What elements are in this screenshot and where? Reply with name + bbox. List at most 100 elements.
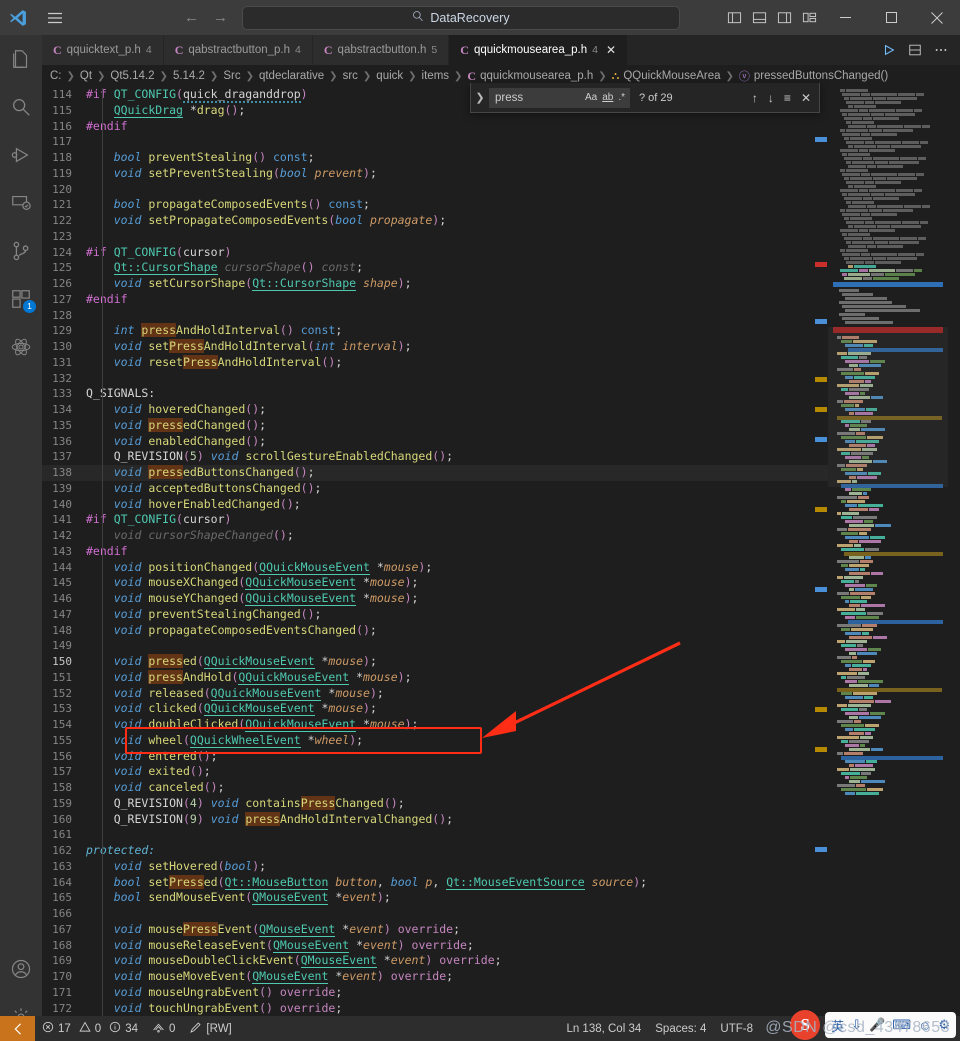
line-content[interactable]: void mouseMoveEvent(QMouseEvent *event) …	[86, 969, 828, 985]
code-line[interactable]: 165 bool sendMouseEvent(QMouseEvent *eve…	[42, 890, 828, 906]
line-content[interactable]	[86, 827, 828, 843]
line-content[interactable]: void cursorShapeChanged();	[86, 528, 828, 544]
line-content[interactable]: void clicked(QQuickMouseEvent *mouse);	[86, 701, 828, 717]
code-line[interactable]: 163 void setHovered(bool);	[42, 859, 828, 875]
code-line[interactable]: 124 #if QT_CONFIG(cursor)	[42, 245, 828, 261]
line-content[interactable]: Q_REVISION(5) void scrollGestureEnabledC…	[86, 449, 828, 465]
breadcrumb-class[interactable]: ⛬ QQuickMouseArea	[612, 70, 721, 83]
code-line[interactable]: 144 void positionChanged(QQuickMouseEven…	[42, 559, 828, 576]
line-content[interactable]: void entered();	[86, 749, 828, 765]
code-line[interactable]: 139 void acceptedButtonsChanged();	[42, 481, 828, 497]
sidebar-item-source-control[interactable]	[0, 227, 42, 275]
code-line[interactable]: 138 void pressedButtonsChanged();	[42, 465, 828, 481]
line-content[interactable]: void doubleClicked(QQuickMouseEvent *mou…	[86, 717, 828, 733]
problems-indicator[interactable]: 17 0 34	[35, 1016, 145, 1041]
line-content[interactable]: void setPressAndHoldInterval(int interva…	[86, 339, 828, 355]
code-line[interactable]: 146 void mouseYChanged(QQuickMouseEvent …	[42, 591, 828, 607]
code-lines-container[interactable]: 114 #if QT_CONFIG(quick_draganddrop) 115 Q…	[42, 87, 828, 1016]
line-content[interactable]: void hoverEnabledChanged();	[86, 497, 828, 513]
line-content[interactable]	[86, 371, 828, 387]
code-line[interactable]: 141 #if QT_CONFIG(cursor)	[42, 512, 828, 528]
code-line[interactable]: 162 protected:	[42, 843, 828, 859]
line-content[interactable]: void mousePressEvent(QMouseEvent *event)…	[86, 921, 828, 938]
code-line[interactable]: 151 void pressAndHold(QQuickMouseEvent *…	[42, 669, 828, 686]
window-close-button[interactable]	[914, 0, 960, 35]
line-content[interactable]: void propagateComposedEventsChanged();	[86, 623, 828, 639]
indentation-setting[interactable]: Spaces: 4	[648, 1016, 713, 1041]
line-content[interactable]: void hoveredChanged();	[86, 402, 828, 418]
code-line[interactable]: 172 void touchUngrabEvent() override;	[42, 1001, 828, 1017]
code-line[interactable]: 118 bool preventStealing() const;	[42, 150, 828, 166]
toggle-secondary-sidebar-icon[interactable]	[772, 0, 797, 35]
line-content[interactable]: void pressAndHold(QQuickMouseEvent *mous…	[86, 669, 828, 686]
find-input[interactable]: press Aa ab .*	[489, 87, 630, 108]
find-widget[interactable]: ❯ press Aa ab .* ? of 29 ↑ ↓ ≡ ✕	[470, 83, 820, 113]
line-content[interactable]: void acceptedButtonsChanged();	[86, 481, 828, 497]
toggle-panel-icon[interactable]	[747, 0, 772, 35]
editor-tab[interactable]: C qabstractbutton_p.h 4	[163, 35, 313, 65]
line-content[interactable]: void preventStealingChanged();	[86, 607, 828, 623]
code-line[interactable]: 122 void setPropagateComposedEvents(bool…	[42, 213, 828, 229]
nav-back-button[interactable]: ←	[184, 9, 199, 26]
code-line[interactable]: 166	[42, 906, 828, 922]
breadcrumb-file[interactable]: C qquickmousearea_p.h	[467, 69, 593, 84]
line-content[interactable]: #endif	[86, 292, 828, 308]
breadcrumb-item[interactable]: items	[422, 70, 449, 82]
code-line[interactable]: 155 void wheel(QQuickWheelEvent *wheel);	[42, 732, 828, 749]
breadcrumb-item[interactable]: Qt5.14.2	[110, 70, 154, 82]
line-content[interactable]	[86, 229, 828, 245]
line-content[interactable]: void setPropagateComposedEvents(bool pro…	[86, 213, 828, 229]
code-line[interactable]: 160 Q_REVISION(9) void pressAndHoldInter…	[42, 811, 828, 828]
sidebar-item-search[interactable]	[0, 83, 42, 131]
code-line[interactable]: 147 void preventStealingChanged();	[42, 607, 828, 623]
sidebar-item-testing[interactable]	[0, 323, 42, 371]
line-content[interactable]: void resetPressAndHoldInterval();	[86, 354, 828, 371]
line-content[interactable]: void mouseReleaseEvent(QMouseEvent *even…	[86, 937, 828, 954]
code-line[interactable]: 168 void mouseReleaseEvent(QMouseEvent *…	[42, 937, 828, 954]
nav-forward-button[interactable]: →	[213, 9, 228, 26]
code-line[interactable]: 142 void cursorShapeChanged();	[42, 528, 828, 544]
code-line[interactable]: 125 Qt::CursorShape cursorShape() const;	[42, 260, 828, 276]
editor-tab[interactable]: C qquicktext_p.h 4	[42, 35, 164, 65]
code-line[interactable]: 164 bool setPressed(Qt::MouseButton butt…	[42, 874, 828, 891]
find-next-icon[interactable]: ↓	[768, 91, 774, 105]
find-previous-icon[interactable]: ↑	[752, 91, 758, 105]
split-editor-icon[interactable]	[904, 37, 926, 63]
code-line[interactable]: 140 void hoverEnabledChanged();	[42, 497, 828, 513]
breadcrumb-item[interactable]: 5.14.2	[173, 70, 205, 82]
line-content[interactable]: #if QT_CONFIG(cursor)	[86, 512, 828, 528]
code-line[interactable]: 130 void setPressAndHoldInterval(int int…	[42, 339, 828, 355]
line-content[interactable]: bool setPressed(Qt::MouseButton button, …	[86, 874, 828, 891]
minimap-slider[interactable]	[828, 327, 948, 487]
line-content[interactable]: Qt::CursorShape cursorShape() const;	[86, 260, 828, 276]
toggle-primary-sidebar-icon[interactable]	[722, 0, 747, 35]
remote-window-indicator[interactable]	[0, 1016, 35, 1041]
line-content[interactable]: bool preventStealing() const;	[86, 150, 828, 166]
line-content[interactable]: void setHovered(bool);	[86, 859, 828, 875]
code-line[interactable]: 123	[42, 229, 828, 245]
code-line[interactable]: 116 #endif	[42, 119, 828, 135]
account-icon[interactable]	[0, 945, 42, 993]
line-content[interactable]: #endif	[86, 544, 828, 560]
overview-ruler[interactable]	[814, 87, 828, 1016]
minimap[interactable]	[828, 87, 960, 1016]
quick-input-search-box[interactable]: DataRecovery	[242, 5, 680, 30]
sidebar-item-extensions[interactable]: 1	[0, 275, 42, 323]
editor-tab-active[interactable]: C qquickmousearea_p.h 4 ✕	[449, 35, 629, 65]
code-editor[interactable]: 114 #if QT_CONFIG(quick_draganddrop) 115 Q…	[42, 87, 828, 1016]
line-content[interactable]: #endif	[86, 119, 828, 135]
code-line[interactable]: 171 void mouseUngrabEvent() override;	[42, 985, 828, 1001]
run-icon[interactable]	[878, 37, 900, 63]
code-line[interactable]: 132	[42, 371, 828, 387]
line-content[interactable]: Q_REVISION(9) void pressAndHoldIntervalC…	[86, 811, 828, 828]
code-line[interactable]: 133 Q_SIGNALS:	[42, 386, 828, 402]
line-content[interactable]: void mouseXChanged(QQuickMouseEvent *mou…	[86, 575, 828, 591]
line-content[interactable]: void released(QQuickMouseEvent *mouse);	[86, 685, 828, 702]
line-content[interactable]: Q_SIGNALS:	[86, 386, 828, 402]
line-content[interactable]	[86, 134, 828, 150]
code-line[interactable]: 152 void released(QQuickMouseEvent *mous…	[42, 685, 828, 702]
sidebar-item-explorer[interactable]	[0, 35, 42, 83]
code-line[interactable]: 161	[42, 827, 828, 843]
breadcrumb-item[interactable]: quick	[376, 70, 403, 82]
line-content[interactable]: void wheel(QQuickWheelEvent *wheel);	[86, 732, 828, 749]
